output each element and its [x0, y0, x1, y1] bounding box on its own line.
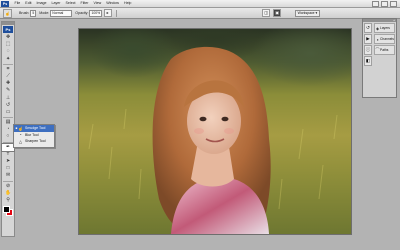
panel-tab-label: Layers	[380, 26, 390, 30]
close-icon[interactable]	[390, 0, 397, 7]
airbrush-toggle-icon[interactable]: ▸	[103, 9, 112, 17]
brush-label: Brush:	[19, 11, 30, 15]
path-selection-tool-icon[interactable]: ➤	[2, 158, 14, 165]
history-brush-tool-icon[interactable]: ↺	[2, 102, 14, 109]
color-swatches	[2, 205, 14, 217]
flyout-item-label: Sharpen Tool	[25, 139, 46, 144]
brush-tool-icon[interactable]: ✎	[2, 87, 14, 94]
menu-item[interactable]: Layer	[49, 0, 63, 7]
tool-flyout-menu: ■ ☝ Smudge Tool ◔ Blur Tool △ Sharpen Tool	[13, 124, 55, 148]
clone-stamp-tool-icon[interactable]: ⊥	[2, 95, 14, 102]
actions-panel-icon[interactable]: ▶	[364, 34, 372, 44]
photoshop-logo-icon: Ps	[1, 0, 9, 7]
menu-item[interactable]: Window	[104, 0, 122, 7]
panel-list: ◈ Layers ◑ Channels ⌒ Paths	[374, 23, 395, 56]
marquee-tool-icon[interactable]: ⬚	[2, 41, 14, 48]
tablet-pressure-icon[interactable]: ◫	[262, 9, 271, 17]
eyedropper-tool-icon[interactable]: ⊘	[2, 183, 14, 190]
panel-dock-header[interactable]: «	[363, 19, 396, 22]
menu-bar: Ps File Edit Image Layer Select Filter View Win…	[0, 0, 400, 8]
panel-icon-strip: ↺ ▶ ⓘ ◧	[364, 23, 372, 67]
move-tool-icon[interactable]: ✥	[2, 34, 14, 41]
current-tool-preset-icon[interactable]: ☝	[3, 8, 12, 18]
mode-label: Mode:	[39, 11, 50, 15]
mode-select[interactable]: Normal	[50, 9, 73, 17]
menu-item[interactable]: Edit	[23, 0, 34, 7]
flyout-item[interactable]: △ Sharpen Tool	[14, 138, 54, 145]
hand-tool-icon[interactable]: ✋	[2, 190, 14, 197]
panel-tab-paths[interactable]: ⌒ Paths	[374, 45, 395, 55]
lasso-tool-icon[interactable]: ◌	[2, 48, 14, 55]
menu-item[interactable]: Filter	[78, 0, 91, 7]
tool-separator	[3, 117, 13, 119]
maximize-icon[interactable]	[381, 0, 388, 7]
flyout-item-label: Blur Tool	[25, 132, 39, 137]
workspace-menu[interactable]: Workspace ▾	[294, 9, 321, 17]
tool-separator	[3, 63, 13, 65]
navigator-panel-icon[interactable]: ◧	[364, 56, 372, 66]
foreground-color-swatch[interactable]	[3, 206, 10, 214]
type-tool-icon[interactable]: T	[2, 151, 14, 158]
minimize-icon[interactable]	[372, 0, 379, 7]
panel-tab-label: Paths	[380, 48, 389, 52]
zoom-tool-icon[interactable]: ⚲	[2, 197, 14, 204]
tools-panel-header[interactable]	[2, 22, 14, 25]
tools-panel-logo-icon[interactable]: Ps	[3, 26, 13, 33]
opacity-label: Opacity:	[75, 11, 89, 15]
menu-item[interactable]: Help	[122, 0, 134, 7]
blur-icon: ◔	[19, 132, 22, 138]
panel-dock: « ↺ ▶ ⓘ ◧ ◈ Layers ◑ Channels ⌒ Paths	[362, 18, 397, 98]
tool-separator	[3, 141, 13, 143]
menu-item[interactable]: File	[12, 0, 23, 7]
screen-mode-icon[interactable]: ▣	[273, 9, 282, 17]
options-separator	[116, 9, 118, 17]
magic-wand-tool-icon[interactable]: ✦	[2, 56, 14, 63]
info-panel-icon[interactable]: ⓘ	[364, 45, 372, 55]
opacity-field[interactable]: 100%	[89, 9, 103, 17]
menu-items: File Edit Image Layer Select Filter View Window…	[12, 0, 134, 7]
panel-tab-layers[interactable]: ◈ Layers	[374, 23, 395, 33]
crop-tool-icon[interactable]: ⌗	[2, 66, 14, 73]
tool-list: ✥ ⬚ ◌ ✦ ⌗ ⟋ ✚ ✎ ⊥ ↺ ▭ ▤ ◔ ○ ✒ T ➤ □ ✉ ⊘ ✋ ⚲	[1, 34, 15, 204]
flyout-item-label: Smudge Tool	[25, 126, 46, 131]
menu-item[interactable]: Image	[34, 0, 49, 7]
options-bar: ☝ Brush: 5 Mode: Normal Opacity: 100% ▸ …	[0, 8, 400, 19]
brush-size-field[interactable]: 5	[30, 9, 37, 17]
menu-item[interactable]: View	[91, 0, 104, 7]
eraser-tool-icon[interactable]: ▭	[2, 109, 14, 116]
painted-portrait-image	[88, 46, 338, 234]
smudge-icon: ☝	[18, 125, 23, 131]
history-panel-icon[interactable]: ↺	[364, 23, 372, 33]
panel-tab-channels[interactable]: ◑ Channels	[374, 34, 395, 44]
document-canvas[interactable]	[78, 28, 352, 235]
tool-separator	[3, 180, 13, 182]
rectangle-tool-icon[interactable]: □	[2, 165, 14, 172]
slice-tool-icon[interactable]: ⟋	[2, 73, 14, 80]
panel-tab-label: Channels	[380, 37, 394, 41]
menu-item[interactable]: Select	[63, 0, 78, 7]
notes-tool-icon[interactable]: ✉	[2, 172, 14, 179]
sharpen-icon: △	[18, 138, 23, 144]
healing-brush-tool-icon[interactable]: ✚	[2, 80, 14, 87]
window-controls	[372, 0, 400, 7]
